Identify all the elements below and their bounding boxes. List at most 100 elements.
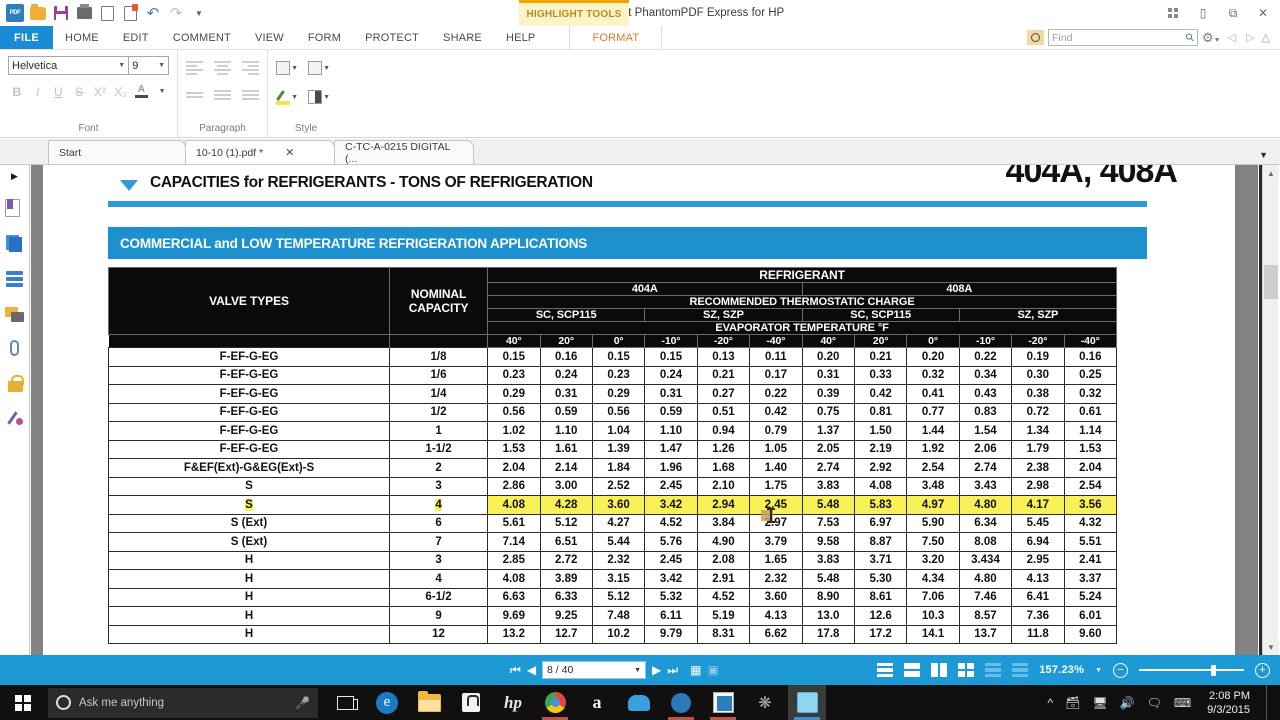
file-explorer-icon[interactable]	[410, 685, 448, 720]
redo-icon[interactable]: ↷	[166, 3, 186, 23]
first-page-icon[interactable]: ⏮	[510, 663, 521, 678]
action-center-icon[interactable]: 🗨	[1147, 696, 1162, 710]
layers-panel-icon[interactable]	[5, 269, 25, 289]
gear-icon[interactable]: ⚙▼	[1202, 30, 1221, 46]
shading-style-icon[interactable]: ▼	[308, 88, 330, 106]
hp-support-icon[interactable]: hp	[494, 685, 532, 720]
minimize-icon[interactable]: ▯	[1188, 0, 1218, 26]
cloud-icon[interactable]: △	[1262, 31, 1274, 44]
restore-icon[interactable]: ⧉	[1218, 0, 1248, 26]
email-icon[interactable]	[97, 3, 117, 23]
page-thumbnails-panel-icon[interactable]	[5, 234, 25, 254]
doc-tab-10-10[interactable]: 10-10 (1).pdf * ✕	[185, 140, 335, 164]
bold-button[interactable]: B	[10, 83, 24, 100]
facing-continuous-view-icon[interactable]	[958, 663, 975, 677]
onedrive-icon[interactable]	[620, 685, 658, 720]
zoom-slider[interactable]	[1139, 665, 1244, 676]
zoom-in-button[interactable]: +	[1255, 662, 1270, 678]
search-document-icon[interactable]	[1027, 30, 1044, 45]
store-icon[interactable]	[452, 685, 490, 720]
volume-icon[interactable]: 🔊	[1120, 696, 1135, 710]
antivirus-icon[interactable]	[704, 685, 742, 720]
single-page-view-icon[interactable]	[877, 663, 894, 677]
save-icon[interactable]	[51, 3, 71, 23]
expand-sidebar-icon[interactable]: ▶	[11, 171, 18, 182]
continuous-view-icon[interactable]	[904, 663, 921, 677]
indent-increase-icon[interactable]	[214, 86, 231, 104]
menu-home[interactable]: HOME	[53, 26, 111, 49]
doc-tab-c-tc-a-0215[interactable]: C-TC-A-0215 DIGITAL (...	[334, 140, 474, 165]
tab-overflow-icon[interactable]: ▼	[1259, 150, 1268, 160]
font-size-input[interactable]: 9 ▼	[129, 56, 169, 75]
rotate-page-icon[interactable]: ▣	[707, 663, 718, 677]
rotate-view-icon[interactable]	[985, 663, 1002, 677]
zoom-slider-thumb[interactable]	[1211, 665, 1216, 676]
attachments-panel-icon[interactable]	[5, 339, 25, 359]
scrollbar-thumb[interactable]	[1264, 265, 1278, 299]
signatures-panel-icon[interactable]	[5, 409, 25, 429]
menu-format[interactable]: FORMAT	[569, 26, 663, 49]
previous-view-icon[interactable]: ◁	[1225, 31, 1239, 44]
menu-share[interactable]: SHARE	[431, 26, 494, 49]
menu-protect[interactable]: PROTECT	[353, 26, 431, 49]
font-color-icon[interactable]: A	[134, 83, 149, 100]
menu-help[interactable]: HELP	[494, 26, 548, 49]
next-page-icon[interactable]: ▶	[652, 663, 661, 677]
superscript-button[interactable]: X²	[93, 83, 107, 100]
print-icon[interactable]	[74, 3, 94, 23]
align-center-icon[interactable]	[214, 59, 231, 77]
close-icon[interactable]: ✕	[1248, 0, 1278, 26]
show-desktop-button[interactable]	[1266, 685, 1272, 720]
task-view-icon[interactable]	[326, 685, 364, 720]
align-right-icon[interactable]	[242, 59, 259, 77]
scroll-up-icon[interactable]: ▲	[1263, 165, 1279, 181]
italic-button[interactable]: I	[31, 83, 45, 100]
strikethrough-button[interactable]: S	[72, 83, 86, 100]
list-icon[interactable]	[242, 86, 259, 104]
amazon-icon[interactable]: a	[578, 685, 616, 720]
chrome-icon[interactable]	[536, 685, 574, 720]
ribbon-display-options-icon[interactable]	[1158, 0, 1188, 26]
font-name-input[interactable]: Helvetica ▼	[8, 56, 130, 75]
security-panel-icon[interactable]	[5, 374, 25, 394]
find-input[interactable]: Find ⚲	[1048, 29, 1198, 46]
close-tab-icon[interactable]: ✕	[285, 146, 294, 159]
next-view-icon[interactable]: ▷	[1243, 31, 1257, 44]
subscript-button[interactable]: X₂	[114, 83, 128, 100]
undo-icon[interactable]: ↶	[143, 3, 163, 23]
scroll-down-icon[interactable]: ▼	[1263, 639, 1279, 655]
page-layout-icon[interactable]: ▦	[690, 663, 701, 677]
microphone-icon[interactable]: 🎤	[295, 696, 310, 710]
facing-view-icon[interactable]	[931, 663, 948, 677]
fill-color-icon[interactable]: ▼	[308, 59, 330, 77]
cortana-search-box[interactable]: Ask me anything 🎤	[48, 687, 318, 718]
menu-comment[interactable]: COMMENT	[161, 26, 243, 49]
touch-keyboard-icon[interactable]: ⌨	[1174, 696, 1191, 710]
comments-panel-icon[interactable]	[4, 304, 25, 324]
page-number-input[interactable]: 8 / 40 ▼	[542, 661, 647, 679]
fit-view-icon[interactable]	[1012, 663, 1029, 677]
open-icon[interactable]	[28, 3, 48, 23]
line-spacing-icon[interactable]	[186, 86, 203, 104]
menu-edit[interactable]: EDIT	[111, 26, 161, 49]
customize-qat-icon[interactable]: ▼	[189, 3, 209, 23]
foxit-phantompdf-icon[interactable]	[788, 685, 826, 720]
document-viewport[interactable]: CAPACITIES for REFRIGERANTS - TONS OF RE…	[31, 165, 1258, 655]
clock[interactable]: 2:08 PM 9/3/2015	[1203, 689, 1250, 717]
zoom-dropdown-icon[interactable]: ▼	[1095, 667, 1102, 674]
last-page-icon[interactable]: ⏭	[667, 663, 678, 678]
previous-page-icon[interactable]: ◀	[527, 663, 536, 677]
new-from-file-icon[interactable]	[120, 3, 140, 23]
text-box-style-icon[interactable]: ▼	[276, 59, 298, 77]
vertical-scrollbar[interactable]: ▲ ▼	[1262, 165, 1279, 655]
skype-icon[interactable]	[662, 685, 700, 720]
bookmarks-panel-icon[interactable]	[4, 199, 25, 219]
show-hidden-icons[interactable]: ^	[1048, 696, 1054, 710]
doc-tab-start[interactable]: Start	[48, 140, 186, 164]
start-button[interactable]	[0, 685, 46, 720]
align-left-icon[interactable]	[186, 59, 203, 77]
font-color-dropdown-icon[interactable]: ▼	[155, 83, 169, 100]
spinner-icon[interactable]: ❋	[746, 685, 784, 720]
menu-file[interactable]: FILE	[0, 26, 54, 49]
removable-media-icon[interactable]: 🗃	[1065, 696, 1080, 710]
